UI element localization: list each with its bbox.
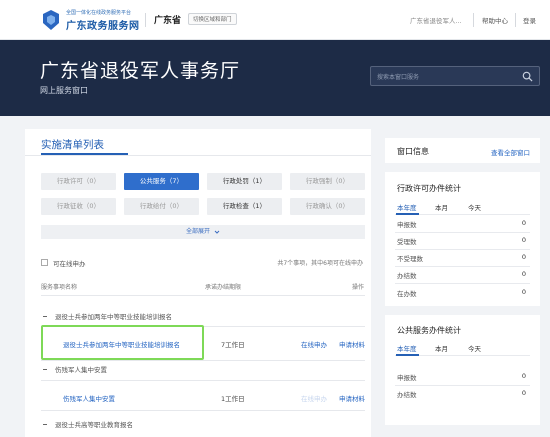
chevron-down-icon: [214, 230, 220, 234]
active-tab-indicator: [396, 354, 419, 356]
stat-label: 申报数: [397, 221, 417, 229]
stat-label: 不受理数: [397, 255, 423, 263]
implementation-list-panel: 实施清单列表 行政许可（0） 公共服务（7） 行政处罚（1） 行政强制（0） 行…: [25, 129, 371, 437]
public-service-stats-panel: 公共服务办件统计 本年度 本月 今天 申报数 0 办结数 0: [385, 315, 540, 425]
collapse-dash-icon[interactable]: [43, 316, 47, 317]
tab-this-month[interactable]: 本月: [435, 202, 448, 212]
active-tab-indicator: [396, 213, 419, 215]
panel-title: 行政许可办件统计: [397, 184, 461, 193]
stat-value: 0: [521, 372, 526, 380]
divider: [145, 13, 146, 27]
stat-value: 0: [521, 270, 526, 278]
window-search-input[interactable]: 搜索本窗口服务: [370, 66, 540, 86]
stat-label: 办结数: [397, 391, 417, 399]
column-header-days: 承诺办结期限: [205, 284, 242, 291]
permit-stats-panel: 行政许可办件统计 本年度 本月 今天 申报数 0 受理数 0 不受理数 0 办结…: [385, 172, 540, 306]
panel-title: 窗口信息: [397, 147, 429, 156]
item-deadline: 7工作日: [221, 341, 245, 349]
province-label: 广东省: [154, 16, 182, 26]
expand-all-button[interactable]: 全部展开: [41, 225, 365, 239]
group-title[interactable]: 退役士兵参加两年中等职业技能培训报名: [55, 311, 172, 321]
category-chip-public-service[interactable]: 公共服务（7）: [124, 173, 199, 190]
divider: [395, 249, 530, 250]
stat-value: 0: [521, 288, 526, 296]
divider: [395, 266, 530, 267]
group-title[interactable]: 退役士兵高等职业教育报名: [55, 419, 133, 429]
tab-today[interactable]: 今天: [468, 343, 481, 353]
service-item-link[interactable]: 伤残军人集中安置: [63, 393, 115, 403]
group-title[interactable]: 伤残军人集中安置: [55, 364, 107, 374]
page-title: 广东省退役军人事务厅: [40, 60, 241, 82]
column-header-name: 服务事项名称: [41, 284, 78, 291]
application-materials-link[interactable]: 申请材料: [339, 393, 365, 403]
search-icon[interactable]: [522, 71, 533, 82]
stat-value: 0: [521, 236, 526, 244]
top-search-text[interactable]: 广东省退役军人...: [410, 15, 462, 25]
item-deadline: 1工作日: [221, 395, 245, 403]
platform-name[interactable]: 广东政务服务网: [66, 17, 140, 32]
category-chip-admin-license: 行政许可（0）: [41, 173, 116, 190]
page-subtitle: 网上服务窗口: [40, 86, 88, 95]
collapse-dash-icon[interactable]: [43, 424, 47, 425]
tab-this-year[interactable]: 本年度: [397, 202, 417, 212]
divider: [515, 13, 516, 27]
category-chip-admin-confirmation: 行政确认（0）: [290, 198, 365, 215]
top-bar: 全国一体化在线政务服务平台 广东政务服务网 广东省 切换区域和部门 广东省退役军…: [0, 0, 550, 40]
items-summary: 共7个事项，其中6项可在线申办: [277, 260, 363, 267]
category-chip-admin-levy: 行政征收（0）: [41, 198, 116, 215]
service-item-link[interactable]: 退役士兵参加两年中等职业技能培训报名: [63, 339, 180, 349]
column-header-action: 操作: [352, 284, 365, 291]
divider: [41, 360, 365, 361]
stat-value: 0: [521, 389, 526, 397]
section-title: 实施清单列表: [41, 139, 104, 151]
panel-title: 公共服务办件统计: [397, 326, 461, 335]
tab-this-month[interactable]: 本月: [435, 343, 448, 353]
login-link[interactable]: 登录: [523, 15, 536, 25]
switch-region-button[interactable]: 切换区域和部门: [188, 13, 237, 25]
category-chip-admin-enforcement: 行政强制（0）: [290, 173, 365, 190]
tab-this-year[interactable]: 本年度: [397, 343, 417, 353]
category-chip-admin-payment: 行政给付（0）: [124, 198, 199, 215]
stat-value: 0: [521, 219, 526, 227]
collapse-dash-icon[interactable]: [43, 369, 47, 370]
online-only-checkbox[interactable]: [41, 259, 48, 266]
stat-label: 办结数: [397, 272, 417, 280]
search-placeholder: 搜索本窗口服务: [377, 74, 420, 81]
online-only-label[interactable]: 可在线申办: [53, 258, 86, 268]
category-chip-admin-penalty[interactable]: 行政处罚（1）: [207, 173, 282, 190]
divider: [395, 283, 530, 284]
apply-online-link-disabled: 在线申办: [301, 395, 327, 403]
expand-all-label: 全部展开: [186, 228, 211, 235]
divider: [473, 13, 474, 27]
stat-value: 0: [521, 253, 526, 261]
divider: [41, 380, 365, 381]
view-all-windows-link[interactable]: 查看全部窗口: [491, 147, 530, 157]
divider: [41, 295, 365, 296]
window-info-panel: 窗口信息 查看全部窗口: [385, 138, 540, 163]
apply-online-link[interactable]: 在线申办: [301, 339, 327, 349]
category-chip-admin-inspection[interactable]: 行政检查（1）: [207, 198, 282, 215]
divider: [395, 385, 530, 386]
divider: [25, 155, 371, 156]
divider: [395, 232, 530, 233]
stat-label: 在办数: [397, 290, 417, 298]
application-materials-link[interactable]: 申请材料: [339, 339, 365, 349]
platform-subtitle: 全国一体化在线政务服务平台: [66, 10, 132, 16]
tab-today[interactable]: 今天: [468, 202, 481, 212]
stat-label: 受理数: [397, 238, 417, 246]
divider: [41, 410, 365, 411]
stat-label: 申报数: [397, 374, 417, 382]
help-center-link[interactable]: 帮助中心: [482, 15, 508, 25]
platform-logo-icon[interactable]: [40, 9, 62, 31]
